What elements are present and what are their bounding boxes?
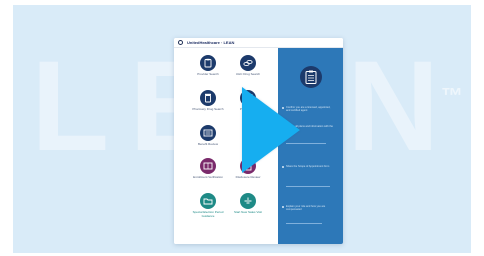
checklist-icon (300, 66, 322, 88)
grid-item-label: Provider Search (197, 72, 219, 76)
app-brand: UnitedHealthcare · LEAN (187, 40, 235, 45)
menu-icon (178, 40, 183, 45)
pills-icon (240, 55, 256, 71)
divider (286, 223, 322, 224)
app-header: UnitedHealthcare · LEAN (174, 38, 343, 48)
grid-item-start-new-sales-visit: Start New Sales Visit (228, 193, 268, 225)
grid-item-label: UHC Drug Search (235, 72, 261, 76)
bullet-dot (282, 206, 284, 208)
grid-item-special-election-period: Special Election Period Guidance (188, 193, 228, 225)
grid-item-label: Benefit Review (197, 142, 218, 146)
play-icon[interactable] (242, 87, 300, 173)
video-thumbnail[interactable]: LEAN ™ UnitedHealthcare · LEAN Provider … (13, 5, 471, 253)
grid-item-uhc-drug-search: UHC Drug Search (228, 55, 268, 87)
grid-item-label: Disclosure Review (235, 175, 261, 179)
list-card-icon (200, 125, 216, 141)
video-player[interactable]: LEAN ™ UnitedHealthcare · LEAN Provider … (0, 0, 484, 256)
book-icon (200, 158, 216, 174)
grid-item-label: Enrollment Verification (193, 175, 223, 179)
trademark-symbol: ™ (441, 83, 463, 108)
grid-item-label: Start New Sales Visit (234, 210, 262, 214)
grid-item-label: Special Election Period Guidance (192, 210, 224, 218)
grid-item-label: Pharmacy Drug Search (192, 107, 224, 111)
medicine-bottle-icon (200, 90, 216, 106)
folder-icon (200, 193, 216, 209)
plus-minus-icon (240, 193, 256, 209)
grid-item-pharmacy-drug-search: Pharmacy Drug Search (188, 90, 228, 122)
divider (286, 186, 330, 187)
info-bullet: Explain your role and how you are compen… (286, 205, 326, 211)
grid-item-benefit-review: Benefit Review (188, 125, 228, 157)
grid-item-provider-search: Provider Search (188, 55, 228, 87)
clipboard-icon (200, 55, 216, 71)
grid-item-enrollment-verification: Enrollment Verification (188, 158, 228, 190)
